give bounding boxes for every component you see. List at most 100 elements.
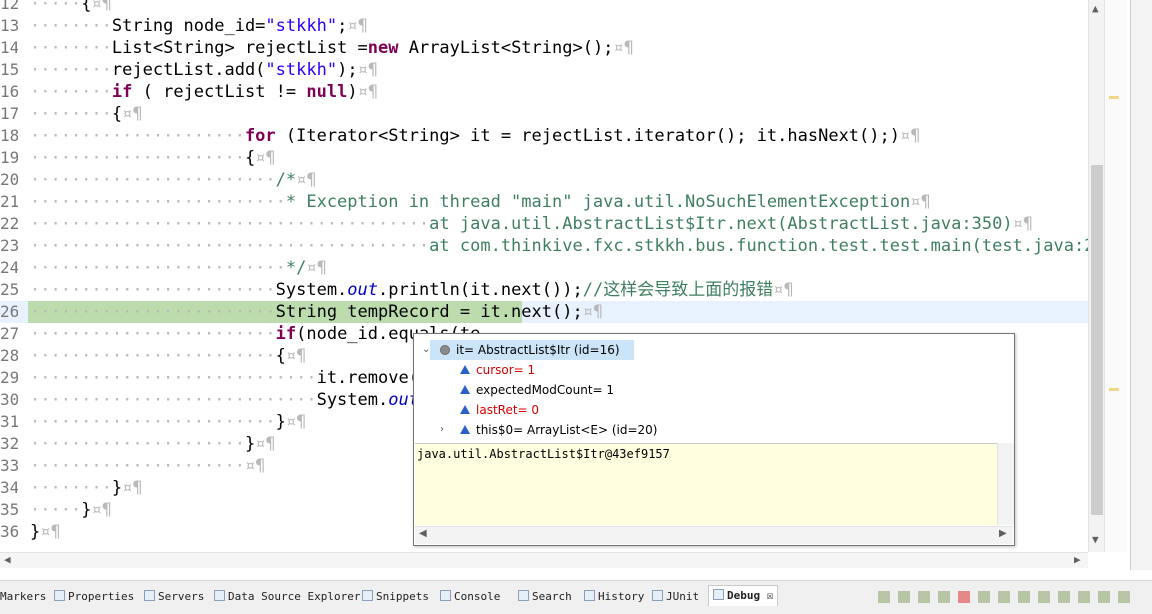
- editor-vertical-scrollbar[interactable]: ▲ ▼: [1088, 0, 1105, 552]
- warning-marker[interactable]: [1109, 388, 1119, 391]
- code-token: "stkkh": [265, 16, 338, 36]
- code-line[interactable]: 15 ········rejectList.add("stkkh");¤¶: [0, 59, 1088, 81]
- debug-tool-icon[interactable]: [878, 591, 890, 603]
- properties-icon: [54, 590, 65, 601]
- scrollbar-thumb[interactable]: [1091, 165, 1103, 515]
- code-line[interactable]: 12 ·····{¤¶: [0, 0, 1088, 15]
- code-line[interactable]: 19 ·····················{¤¶: [0, 147, 1088, 169]
- view-tab-bar: Markers Properties Servers Data Source Expl…: [0, 580, 1152, 614]
- step-into-icon[interactable]: [998, 591, 1010, 603]
- tab-servers[interactable]: Servers: [144, 587, 204, 607]
- overview-ruler[interactable]: [1104, 0, 1127, 552]
- code-line[interactable]: 20 ························/*¤¶: [0, 169, 1088, 191]
- code-text: ·······································a…: [30, 235, 1088, 257]
- search-icon: [518, 590, 529, 601]
- code-token: }: [111, 478, 123, 498]
- code-text: ························System.out.print…: [30, 279, 794, 301]
- warning-marker[interactable]: [1109, 96, 1119, 99]
- variable-tree[interactable]: ⌄ it= AbstractList$Itr (id=16) cursor= 1 ex…: [414, 334, 1014, 442]
- scroll-left-icon[interactable]: ◀: [4, 553, 11, 566]
- menu-icon[interactable]: [1098, 591, 1110, 603]
- tab-properties[interactable]: Properties: [54, 587, 134, 607]
- whitespace-marker: ¤¶: [244, 456, 266, 476]
- tab-console[interactable]: Console: [440, 587, 500, 607]
- code-line[interactable]: 18 ·····················for (Iterator<Str…: [0, 125, 1088, 147]
- whitespace-marker: ························: [30, 324, 276, 344]
- code-line[interactable]: 14 ········List<String> rejectList =new A…: [0, 37, 1088, 59]
- code-line[interactable]: 21 ·························* Exception i…: [0, 191, 1088, 213]
- step-over-icon[interactable]: [1018, 591, 1030, 603]
- scroll-left-icon[interactable]: ◀: [419, 528, 427, 539]
- tab-search[interactable]: Search: [518, 587, 572, 607]
- variable-tree-item[interactable]: ⌄ it= AbstractList$Itr (id=16): [422, 340, 634, 360]
- code-line[interactable]: 26 ························String tempRec…: [0, 301, 1088, 323]
- variable-label: this$0= ArrayList<E> (id=20): [476, 423, 658, 437]
- terminate-icon[interactable]: [958, 591, 970, 603]
- tab-debug[interactable]: Debug ☒: [708, 585, 779, 606]
- whitespace-marker: ····························: [30, 368, 317, 388]
- tab-history[interactable]: History: [584, 587, 644, 607]
- whitespace-marker: ¤¶: [582, 302, 604, 322]
- code-token: System.: [316, 390, 389, 410]
- whitespace-marker: ········: [30, 104, 112, 124]
- tab-label: Console: [454, 590, 501, 603]
- scroll-right-icon[interactable]: ▶: [999, 528, 1007, 539]
- whitespace-marker: ¤¶: [122, 478, 143, 498]
- whitespace-marker: ························: [30, 346, 276, 366]
- tab-markers[interactable]: Markers: [0, 587, 46, 607]
- detail-vertical-scrollbar[interactable]: [997, 443, 1014, 525]
- detail-pane[interactable]: java.util.AbstractList$Itr@43ef9157: [415, 443, 997, 525]
- step-return-icon[interactable]: [1038, 591, 1050, 603]
- code-line[interactable]: 13 ········String node_id="stkkh";¤¶: [0, 15, 1088, 37]
- code-text: ························String tempRecor…: [30, 301, 603, 323]
- code-token: out: [347, 280, 379, 300]
- code-line[interactable]: 16 ········if ( rejectList != null)¤¶: [0, 81, 1088, 103]
- chevron-right-icon[interactable]: ›: [440, 420, 450, 440]
- scroll-down-icon[interactable]: ▼: [1092, 533, 1099, 546]
- line-number: 18: [0, 126, 18, 145]
- whitespace-marker: ·····················: [30, 434, 245, 454]
- scroll-up-icon[interactable]: ▲: [1092, 2, 1099, 15]
- variable-tree-item[interactable]: lastRet= 0: [414, 400, 974, 420]
- final-field-icon: [460, 425, 470, 435]
- detail-horizontal-scrollbar[interactable]: ◀ ▶: [415, 526, 1013, 544]
- editor-horizontal-scrollbar[interactable]: ◀ ▶: [0, 552, 1088, 568]
- whitespace-marker: ········: [30, 82, 112, 102]
- code-line[interactable]: 25 ························System.out.pri…: [0, 279, 1088, 301]
- variable-tree-item[interactable]: expectedModCount= 1: [414, 380, 974, 400]
- drop-to-frame-icon[interactable]: [1058, 591, 1070, 603]
- suspend-icon[interactable]: [938, 591, 950, 603]
- variable-tree-item[interactable]: cursor= 1: [414, 360, 974, 380]
- variable-inspect-popup[interactable]: ⌄ it= AbstractList$Itr (id=16) cursor= 1 ex…: [413, 333, 1015, 546]
- chevron-down-icon[interactable]: ⌄: [422, 340, 432, 360]
- variable-tree-item[interactable]: › this$0= ArrayList<E> (id=20): [414, 420, 974, 440]
- code-line[interactable]: 23 ······································…: [0, 235, 1088, 257]
- code-line[interactable]: 24 ·························*/¤¶: [0, 257, 1088, 279]
- close-icon[interactable]: ☒: [760, 589, 774, 602]
- skip-breakpoints-icon[interactable]: [898, 591, 910, 603]
- field-icon: [460, 405, 470, 415]
- whitespace-marker: ¤¶: [40, 522, 61, 542]
- tab-label: Debug: [727, 589, 761, 602]
- debug-icon: [713, 589, 724, 600]
- code-token: at com.thinkive.fxc.stkkh.bus.function.t…: [429, 236, 1088, 256]
- detail-value: java.util.AbstractList$Itr@43ef9157: [417, 447, 670, 461]
- use-step-filters-icon[interactable]: [1078, 591, 1090, 603]
- line-number: 32: [0, 434, 18, 453]
- tab-data-source-explorer[interactable]: Data Source Explorer: [214, 587, 360, 607]
- resume-icon[interactable]: [918, 591, 930, 603]
- line-number: 17: [0, 104, 18, 123]
- disconnect-icon[interactable]: [978, 591, 990, 603]
- tab-junit[interactable]: JUnit: [652, 587, 699, 607]
- whitespace-marker: ········: [30, 38, 112, 58]
- code-token: ;: [337, 16, 348, 36]
- tab-snippets[interactable]: Snippets: [362, 587, 429, 607]
- scroll-right-icon[interactable]: ▶: [1074, 553, 1081, 566]
- code-token: ArrayList<String>();: [398, 38, 614, 58]
- minimize-icon[interactable]: [1118, 591, 1130, 603]
- line-number: 33: [0, 456, 18, 475]
- code-text: ·····················¤¶: [30, 455, 265, 477]
- code-line[interactable]: 17 ········{¤¶: [0, 103, 1088, 125]
- code-line[interactable]: 22 ······································…: [0, 213, 1088, 235]
- tab-label: Search: [532, 590, 572, 603]
